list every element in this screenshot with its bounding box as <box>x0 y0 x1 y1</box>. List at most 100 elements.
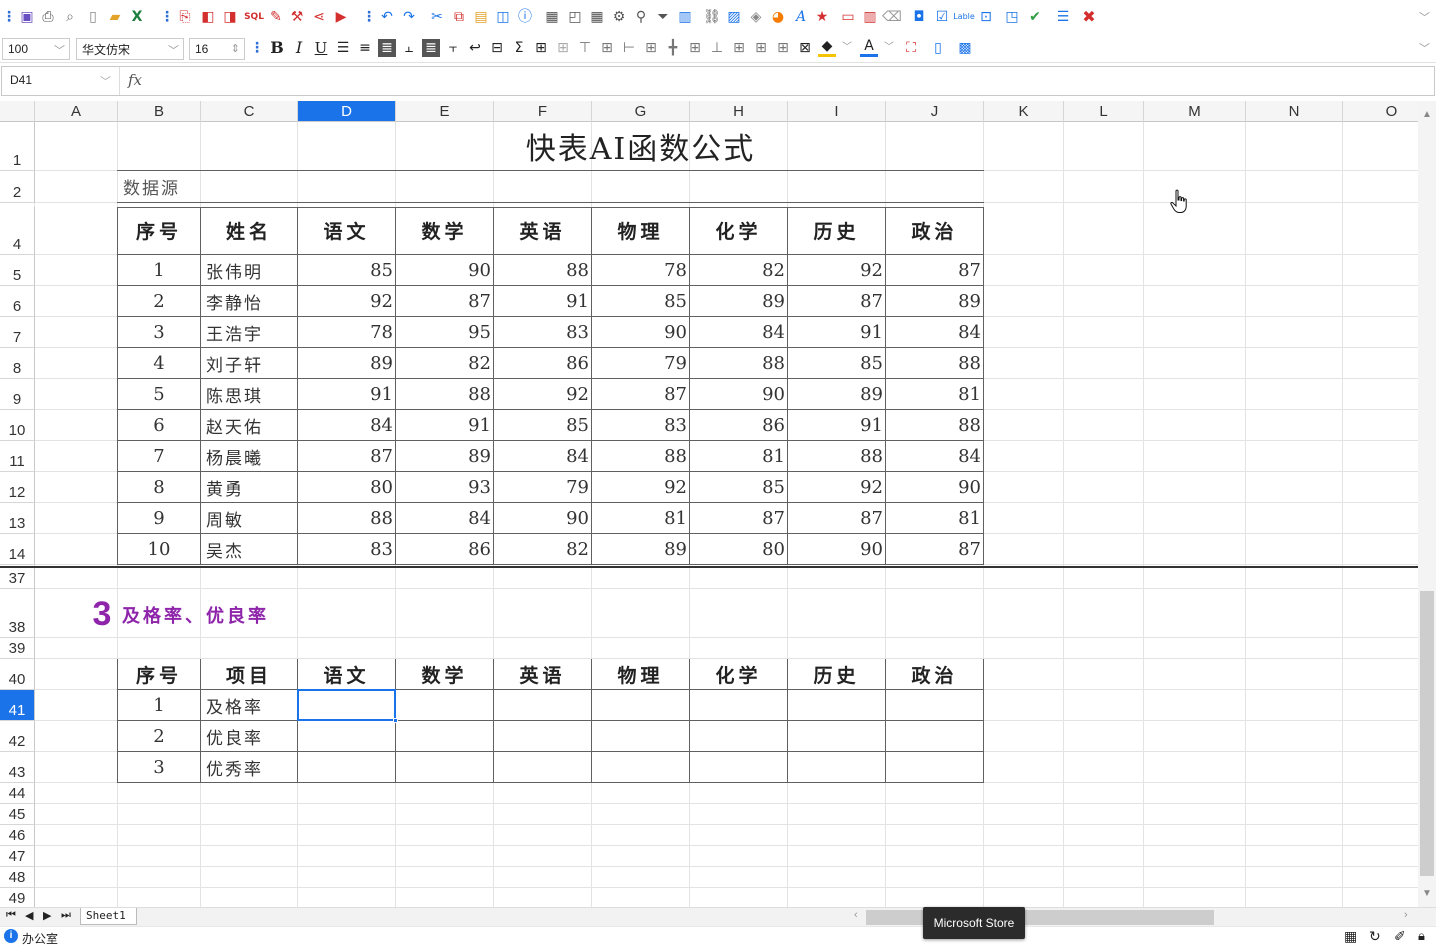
student-name[interactable]: 王浩宇 <box>201 317 297 347</box>
score-cell[interactable]: 82 <box>396 348 493 378</box>
score-cell[interactable]: 95 <box>396 317 493 347</box>
rate-value-cell[interactable] <box>788 752 885 782</box>
score-cell[interactable]: 84 <box>396 503 493 533</box>
score-cell[interactable]: 92 <box>494 379 591 409</box>
score-cell[interactable]: 87 <box>396 286 493 316</box>
border-cross-icon[interactable]: ╋ <box>664 39 682 57</box>
pen-icon[interactable]: ✎ <box>267 8 285 26</box>
score-cell[interactable]: 83 <box>298 534 395 564</box>
camera-icon[interactable]: ◘ <box>910 8 928 26</box>
row-header-12[interactable]: 12 <box>0 472 35 503</box>
score-cell[interactable]: 92 <box>788 255 885 285</box>
rate-value-cell[interactable] <box>592 752 689 782</box>
row-header-45[interactable]: 45 <box>0 804 35 825</box>
score-cell[interactable]: 87 <box>690 503 787 533</box>
score-cell[interactable]: 91 <box>298 379 395 409</box>
align-top-icon[interactable]: ⫠ <box>400 39 418 57</box>
rate-value-cell[interactable] <box>886 690 983 720</box>
chevron-down-icon[interactable]: ﹀ <box>838 39 856 57</box>
rate-item[interactable]: 及格率 <box>201 690 297 720</box>
qr-code-icon[interactable]: ▩ <box>956 39 974 57</box>
paste-icon[interactable]: ▤ <box>472 8 490 26</box>
cut-icon[interactable]: ✂ <box>428 8 446 26</box>
grip-icon[interactable]: ⋮ <box>248 39 266 57</box>
chevron-down-icon[interactable]: ﹀ <box>1419 40 1430 56</box>
row-header-6[interactable]: 6 <box>0 286 35 317</box>
score-cell[interactable]: 84 <box>298 410 395 440</box>
row-header-13[interactable]: 13 <box>0 503 35 534</box>
score-cell[interactable]: 81 <box>592 503 689 533</box>
rate-header[interactable]: 数学 <box>396 659 493 689</box>
student-number[interactable]: 6 <box>118 410 200 440</box>
column-header-j[interactable]: J <box>886 101 984 122</box>
form-icon[interactable]: ▭ <box>839 8 857 26</box>
rate-value-cell[interactable] <box>592 721 689 751</box>
barcode-icon[interactable]: ▥ <box>861 8 879 26</box>
check-icon[interactable]: ✔ <box>1026 8 1044 26</box>
list-icon[interactable]: ☰ <box>1054 8 1072 26</box>
function-icon[interactable]: fx <box>128 71 142 89</box>
column-header-a[interactable]: A <box>35 101 118 122</box>
last-sheet-icon[interactable]: ⏭ <box>61 909 71 922</box>
score-cell[interactable]: 90 <box>788 534 885 564</box>
student-number[interactable]: 4 <box>118 348 200 378</box>
rate-item[interactable]: 优秀率 <box>201 752 297 782</box>
border-box-icon[interactable]: ⊞ <box>774 39 792 57</box>
open-folder-icon[interactable]: ▰ <box>106 8 124 26</box>
student-name[interactable]: 陈思琪 <box>201 379 297 409</box>
settings-icon[interactable]: ⚙ <box>610 8 628 26</box>
rate-value-cell[interactable] <box>494 752 591 782</box>
pdf-icon[interactable]: ⎘ <box>176 8 194 26</box>
score-cell[interactable]: 87 <box>886 534 983 564</box>
print-icon[interactable]: ⎙ <box>39 8 57 26</box>
score-cell[interactable]: 83 <box>592 410 689 440</box>
student-name[interactable]: 李静怡 <box>201 286 297 316</box>
align-middle-icon[interactable]: ≣ <box>422 38 440 57</box>
score-cell[interactable]: 87 <box>592 379 689 409</box>
rate-value-cell[interactable] <box>298 721 395 751</box>
rate-value-cell[interactable] <box>494 721 591 751</box>
column-header-l[interactable]: L <box>1064 101 1144 122</box>
font-family-select[interactable]: 华文仿宋 ﹀ <box>76 38 184 60</box>
score-cell[interactable]: 92 <box>788 472 885 502</box>
prev-sheet-icon[interactable]: ◀ <box>25 909 33 922</box>
score-cell[interactable]: 90 <box>494 503 591 533</box>
row-header-5[interactable]: 5 <box>0 255 35 286</box>
print-preview-icon[interactable]: ⌕ <box>61 8 79 26</box>
sheet-title[interactable]: 快表AI函数公式 <box>298 122 983 170</box>
row-header-38[interactable]: 38 <box>0 589 35 638</box>
rate-value-cell[interactable] <box>690 752 787 782</box>
rate-number[interactable]: 3 <box>118 752 200 782</box>
filter-icon[interactable]: ⏷ <box>654 8 672 26</box>
student-name[interactable]: 黄勇 <box>201 472 297 502</box>
score-cell[interactable]: 91 <box>788 410 885 440</box>
column-header-k[interactable]: K <box>984 101 1064 122</box>
score-cell[interactable]: 82 <box>690 255 787 285</box>
border-inner-icon[interactable]: ⊞ <box>554 39 572 57</box>
border-hmid-icon[interactable]: ⊞ <box>598 39 616 57</box>
star-icon[interactable]: ★ <box>813 8 831 26</box>
border-all-icon[interactable]: ⊞ <box>532 39 550 57</box>
score-cell[interactable]: 84 <box>690 317 787 347</box>
row-header-39[interactable]: 39 <box>0 638 35 659</box>
rate-value-cell[interactable] <box>298 752 395 782</box>
picture-icon[interactable]: ▨ <box>725 8 743 26</box>
select-all-corner[interactable] <box>0 101 35 122</box>
row-header-37[interactable]: 37 <box>0 568 35 589</box>
first-sheet-icon[interactable]: ⏮ <box>6 909 16 922</box>
score-cell[interactable]: 85 <box>690 472 787 502</box>
border-vmid-icon[interactable]: ⊞ <box>642 39 660 57</box>
score-cell[interactable]: 79 <box>592 348 689 378</box>
score-cell[interactable]: 89 <box>690 286 787 316</box>
excel-icon[interactable]: X <box>128 8 146 26</box>
sum-icon[interactable]: Σ <box>510 39 528 57</box>
table-header[interactable]: 数学 <box>396 207 493 254</box>
score-cell[interactable]: 92 <box>298 286 395 316</box>
formula-input[interactable] <box>152 67 1434 95</box>
zoom-select[interactable]: 100 ﹀ <box>2 38 70 60</box>
score-cell[interactable]: 84 <box>886 441 983 471</box>
student-number[interactable]: 10 <box>118 534 200 564</box>
row-header-14[interactable]: 14 <box>0 534 35 565</box>
score-cell[interactable]: 80 <box>298 472 395 502</box>
border-thick-icon[interactable]: ⊞ <box>752 39 770 57</box>
